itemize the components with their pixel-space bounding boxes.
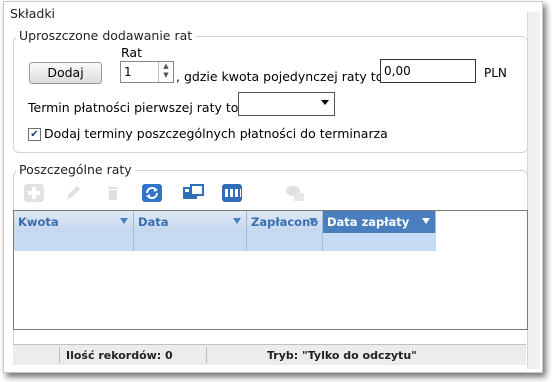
edit-icon[interactable] [63, 184, 83, 202]
spin-down-icon[interactable]: ▼ [159, 71, 173, 80]
rat-spinner[interactable]: 1 ▲ ▼ [120, 61, 174, 83]
chevron-down-icon [321, 100, 329, 105]
first-due-dropdown[interactable] [238, 92, 335, 116]
status-divider [59, 347, 60, 363]
column-header-data[interactable]: Data [134, 211, 247, 233]
mode-status: Tryb: "Tylko do odczytu" [267, 349, 417, 362]
currency-label: PLN [484, 66, 507, 80]
column-header-zaplacono[interactable]: Zapłacono [247, 211, 323, 233]
grid-header: Kwota Data Zapłacono Data zapłaty [14, 211, 436, 233]
amount-input[interactable]: 0,00 [380, 59, 476, 83]
simplified-legend: Uproszczone dodawanie rat [16, 28, 196, 43]
filter-icon[interactable] [233, 218, 241, 224]
export-icon[interactable] [182, 184, 204, 202]
amount-text: , gdzie kwota pojedynczej raty to [176, 69, 384, 84]
vertical-scrollbar[interactable] [527, 12, 540, 369]
delete-icon[interactable] [103, 184, 123, 202]
column-header-kwota[interactable]: Kwota [14, 211, 134, 233]
filter-icon[interactable] [120, 218, 128, 224]
payment-icon[interactable] [284, 184, 304, 202]
amount-value: 0,00 [384, 64, 411, 78]
filter-cell[interactable] [322, 233, 323, 251]
add-icon[interactable] [24, 184, 44, 202]
column-label: Kwota [18, 215, 59, 229]
rat-label: Rat [121, 45, 142, 60]
filter-row[interactable] [14, 233, 436, 251]
spin-up-icon[interactable]: ▲ [159, 62, 173, 71]
installments-legend: Poszczególne raty [16, 162, 135, 177]
columns-icon[interactable] [222, 184, 242, 202]
status-divider [206, 347, 207, 363]
schedule-checkbox-label: Dodaj terminy poszczególnych płatności d… [44, 126, 388, 141]
filter-icon[interactable] [309, 218, 317, 224]
add-installments-button[interactable]: Dodaj [29, 62, 102, 84]
filter-cell[interactable] [133, 233, 134, 251]
filter-cell[interactable] [246, 233, 247, 251]
schedule-checkbox[interactable]: ✔ [28, 128, 41, 141]
column-header-data-zaplaty[interactable]: Data zapłaty [323, 211, 436, 233]
column-label: Data [138, 215, 169, 229]
filter-icon[interactable] [422, 218, 430, 224]
column-label: Data zapłaty [327, 215, 410, 229]
first-due-label: Termin płatności pierwszej raty to [28, 100, 239, 115]
spin-buttons[interactable]: ▲ ▼ [158, 62, 173, 82]
section-title: Składki [10, 6, 56, 21]
record-count: Ilość rekordów: 0 [66, 349, 173, 362]
refresh-icon[interactable] [142, 184, 162, 202]
status-bar: Ilość rekordów: 0 Tryb: "Tylko do odczyt… [13, 344, 526, 365]
rat-value: 1 [124, 65, 132, 79]
